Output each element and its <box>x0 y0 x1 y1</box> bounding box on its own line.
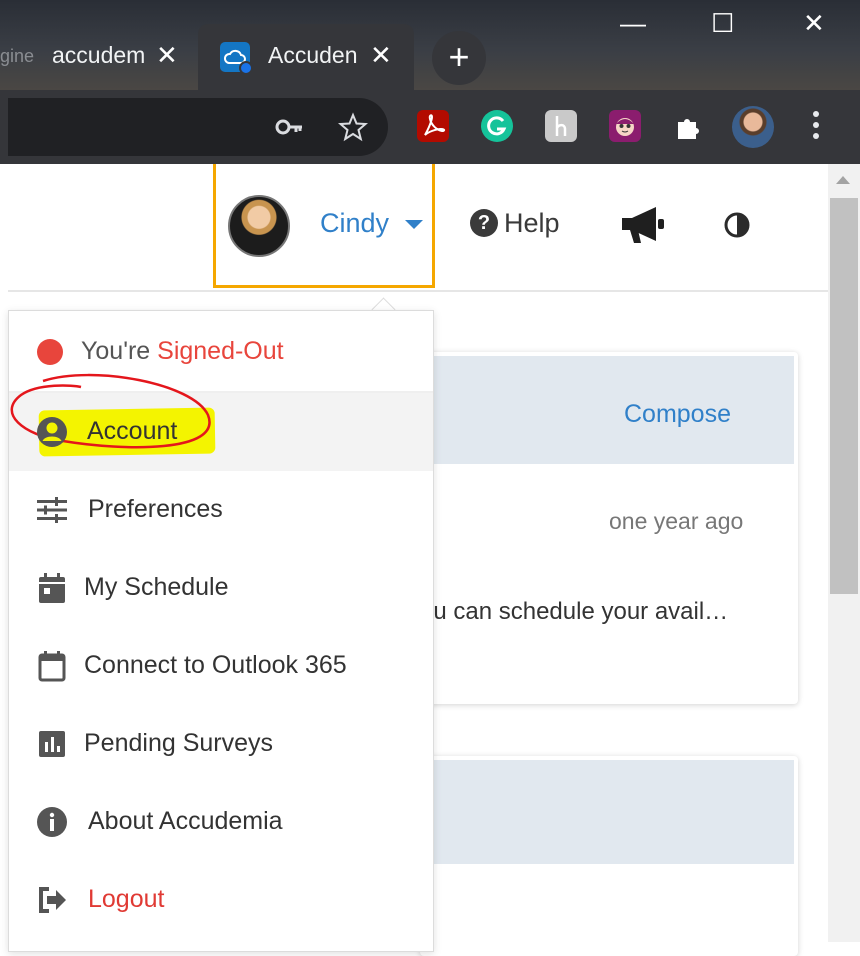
tab-inactive[interactable]: gine accudem ✕ <box>0 30 196 88</box>
menu-item-label: Preferences <box>88 495 223 523</box>
calendar-filled-icon <box>39 573 65 603</box>
sliders-icon <box>37 497 67 523</box>
menu-item-label: My Schedule <box>84 573 229 601</box>
status-value: Signed-Out <box>157 337 284 365</box>
tab-title: Accuden <box>268 42 358 68</box>
menu-item-about[interactable]: About Accudemia <box>9 783 433 861</box>
user-name[interactable]: Cindy <box>320 208 389 239</box>
tab-faded-title: gine <box>0 46 35 66</box>
browser-titlebar: gine accudem ✕ Accuden ✕ + — ☐ ✕ <box>0 0 860 90</box>
menu-item-label: Logout <box>88 885 165 913</box>
menu-item-outlook[interactable]: Connect to Outlook 365 <box>9 627 433 705</box>
profile-avatar[interactable] <box>732 106 774 148</box>
key-icon[interactable] <box>274 112 304 149</box>
status-prefix: You're <box>81 337 158 365</box>
menu-item-account[interactable]: Account <box>9 373 433 471</box>
scrollbar[interactable] <box>828 164 860 942</box>
new-tab-button[interactable]: + <box>432 31 486 85</box>
tab-title: accudem <box>52 42 146 68</box>
card-header: Compose <box>420 356 794 464</box>
caret-down-icon[interactable] <box>405 220 423 229</box>
cloud-favicon-icon <box>220 42 253 75</box>
scrollbar-thumb[interactable] <box>830 198 858 594</box>
help-label: Help <box>504 208 560 238</box>
address-bar[interactable] <box>8 98 388 156</box>
calendar-outline-icon <box>38 651 66 682</box>
card-header <box>420 760 794 864</box>
browser-toolbar <box>0 90 860 164</box>
scroll-up-arrow-icon[interactable] <box>836 176 850 184</box>
menu-item-my-schedule[interactable]: My Schedule <box>9 549 433 627</box>
close-window-icon[interactable]: ✕ <box>803 8 825 39</box>
bar-chart-icon <box>39 731 65 757</box>
megaphone-icon[interactable] <box>620 205 666 250</box>
info-icon <box>37 807 67 837</box>
puzzle-icon[interactable] <box>673 110 705 142</box>
message-card: Compose one year ago ou can schedule you… <box>420 352 798 704</box>
honey-icon[interactable] <box>545 110 577 142</box>
menu-item-label: Pending Surveys <box>84 729 274 757</box>
menu-item-logout[interactable]: Logout <box>9 861 433 939</box>
tab-active[interactable]: Accuden ✕ <box>198 24 414 90</box>
tab-close-icon[interactable]: ✕ <box>370 40 392 71</box>
extension-face-icon[interactable] <box>609 110 641 142</box>
help-link[interactable]: ? Help <box>470 208 560 239</box>
maximize-icon[interactable]: ☐ <box>711 8 734 39</box>
user-avatar[interactable] <box>228 195 290 257</box>
tab-close-icon[interactable]: ✕ <box>156 40 178 71</box>
star-icon[interactable] <box>337 112 369 149</box>
status-dot <box>37 339 63 365</box>
menu-item-pending-surveys[interactable]: Pending Surveys <box>9 705 433 783</box>
secondary-card <box>420 756 798 956</box>
kebab-menu-icon[interactable] <box>808 108 824 142</box>
message-snippet[interactable]: ou can schedule your avail… <box>420 598 728 626</box>
adobe-acrobat-icon[interactable] <box>417 110 449 142</box>
logout-icon <box>39 887 66 913</box>
menu-item-label: About Accudemia <box>88 807 283 835</box>
user-dropdown-menu: You're Signed-Out Account Preferences My… <box>8 310 434 952</box>
compose-link[interactable]: Compose <box>624 400 731 429</box>
minimize-icon[interactable]: — <box>620 8 646 39</box>
menu-item-label: Connect to Outlook 365 <box>84 651 347 679</box>
contrast-icon[interactable] <box>723 211 751 244</box>
timestamp: one year ago <box>609 508 744 534</box>
grammarly-icon[interactable] <box>481 110 513 142</box>
account-circle-icon <box>37 417 67 447</box>
menu-item-label: Account <box>87 417 178 445</box>
question-circle-icon: ? <box>470 209 498 237</box>
menu-item-preferences[interactable]: Preferences <box>9 471 433 549</box>
